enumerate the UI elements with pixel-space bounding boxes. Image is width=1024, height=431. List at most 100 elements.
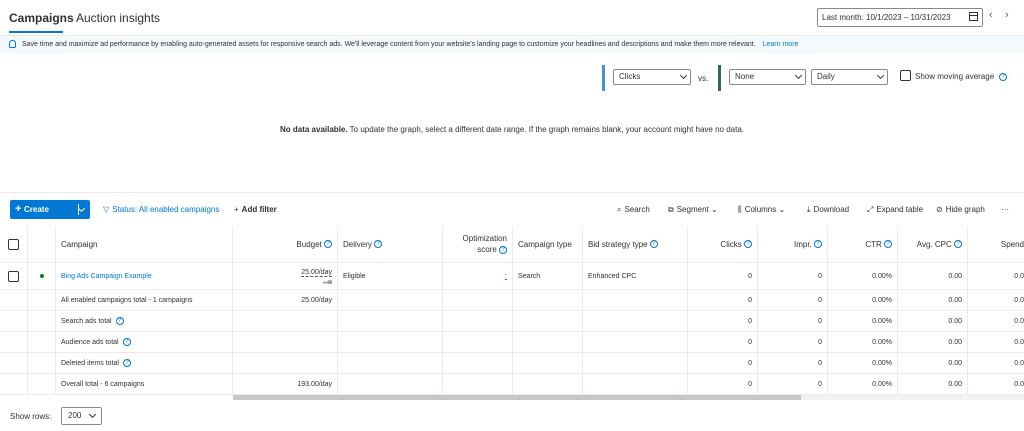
empty-cell — [28, 311, 56, 331]
rows-per-page-select[interactable]: 200 — [61, 407, 102, 425]
rows-per-page-value: 200 — [68, 411, 82, 420]
header-clicks[interactable]: Clicks ? — [688, 226, 758, 262]
help-icon[interactable]: ? — [814, 240, 822, 248]
header-status-cell — [28, 226, 56, 262]
total-impr-value: 0 — [818, 338, 822, 346]
empty-cell — [443, 374, 513, 394]
columns-button[interactable]: ⫼ Columns ⌄ — [738, 205, 785, 215]
cpc-cell: 0.00 — [898, 311, 968, 331]
hide-graph-button[interactable]: ⊘ Hide graph — [936, 205, 985, 214]
help-icon[interactable]: ? — [884, 240, 892, 248]
total-cpc-value: 0.00 — [948, 359, 962, 367]
metric2-select[interactable]: None — [729, 69, 806, 85]
total-row: Search ads total? 0 0 0.00% 0.00 0.0 — [0, 311, 1024, 332]
help-icon[interactable]: ? — [649, 240, 658, 248]
header-avg-cpc[interactable]: Avg. CPC ? — [898, 226, 968, 262]
tab-auction-insights[interactable]: Auction insights — [76, 11, 160, 25]
header-clicks-label: Clicks — [720, 239, 742, 249]
tab-campaigns[interactable]: Campaigns — [9, 11, 74, 25]
optimization-score-value[interactable]: - — [504, 272, 507, 280]
label-cell: Audience ads total? — [56, 332, 233, 352]
learn-more-link[interactable]: Learn more — [763, 41, 799, 48]
header-select-cell — [0, 226, 28, 262]
vs-label: vs. — [698, 74, 709, 83]
total-spend-value: 0.0 — [1014, 380, 1024, 388]
moving-average-checkbox[interactable] — [900, 70, 911, 81]
bid-strategy-cell: Enhanced CPC — [583, 263, 688, 289]
campaign-name-link[interactable]: Bing Ads Campaign Example — [61, 273, 152, 280]
budget-cell: 25.00/day — [233, 290, 338, 310]
clicks-cell: 0 — [688, 332, 758, 352]
header-optimization-label: Optimization score ? — [463, 233, 507, 255]
performance-graph: Clicks vs. None Daily Show moving averag… — [0, 53, 1024, 193]
help-icon[interactable]: ? — [122, 338, 131, 346]
total-cpc-value: 0.00 — [948, 317, 962, 325]
empty-cell — [513, 374, 583, 394]
header-budget-label: Budget — [296, 239, 322, 249]
empty-cell — [338, 290, 443, 310]
ctr-cell: 0.00% — [828, 353, 898, 373]
clicks-cell: 0 — [688, 263, 758, 289]
empty-cell — [513, 290, 583, 310]
help-icon[interactable]: ? — [999, 73, 1007, 81]
expand-table-button[interactable]: ⤢ Expand table — [867, 205, 923, 215]
status-filter-button[interactable]: ▽ Status: All enabled campaigns — [103, 205, 219, 214]
date-range-picker[interactable]: Last month: 10/1/2023 – 10/31/2023 — [817, 8, 983, 27]
download-label: Download — [813, 205, 850, 214]
header-campaign-type[interactable]: Campaign type — [513, 226, 583, 262]
search-button[interactable]: ⌕ Search — [617, 205, 650, 215]
next-period-button[interactable]: › — [1005, 9, 1009, 21]
total-row: Audience ads total? 0 0 0.00% 0.00 0.0 — [0, 332, 1024, 353]
budget-value[interactable]: 25.00/day — [301, 269, 332, 277]
download-button[interactable]: ⤓ Download — [807, 205, 849, 215]
header-ctr[interactable]: CTR ? — [828, 226, 898, 262]
header-impressions[interactable]: Impr. ? — [758, 226, 828, 262]
ctr-cell: 0.00% — [828, 311, 898, 331]
select-all-checkbox[interactable] — [8, 238, 19, 250]
segment-label: Segment — [676, 205, 709, 214]
add-filter-button[interactable]: + Add filter — [234, 205, 277, 214]
total-budget-value: 25.00/day — [301, 296, 332, 304]
help-icon[interactable]: ? — [324, 240, 332, 248]
chevron-down-icon — [794, 71, 803, 80]
chevron-down-icon: ⌄ — [710, 205, 718, 214]
header-delivery[interactable]: Delivery ? — [338, 226, 443, 262]
metric1-select[interactable]: Clicks — [613, 69, 691, 85]
ctr-value: 0.00% — [872, 272, 892, 280]
clicks-cell: 0 — [688, 290, 758, 310]
no-data-title: No data available. — [280, 125, 348, 134]
header-opt-line2-text: score — [477, 245, 497, 254]
total-spend-value: 0.0 — [1014, 296, 1024, 304]
help-icon[interactable]: ? — [122, 359, 131, 367]
header-spend[interactable]: Spend — [968, 226, 1024, 262]
help-icon[interactable]: ? — [499, 245, 507, 254]
horizontal-scrollbar-thumb[interactable] — [233, 395, 801, 400]
header-bid-label: Bid strategy type — [588, 239, 648, 249]
help-icon[interactable]: ? — [374, 240, 383, 248]
total-impr-value: 0 — [818, 359, 822, 367]
total-impr-value: 0 — [818, 380, 822, 388]
header-optimization-score[interactable]: Optimization score ? — [443, 226, 513, 262]
create-button[interactable]: + Create — [10, 200, 90, 219]
cpc-cell: 0.00 — [898, 332, 968, 352]
more-options-button[interactable]: ··· — [1001, 205, 1009, 214]
segment-button[interactable]: ⧉ Segment ⌄ — [668, 205, 718, 215]
top-tab-bar: Campaigns Auction insights Last month: 1… — [0, 0, 1024, 36]
help-icon[interactable]: ? — [954, 240, 962, 248]
series2-color-marker — [718, 65, 721, 91]
header-bid-strategy[interactable]: Bid strategy type ? — [583, 226, 688, 262]
total-row: All enabled campaigns total - 1 campaign… — [0, 290, 1024, 311]
header-cpc-label: Avg. CPC — [916, 239, 952, 249]
help-icon[interactable]: ? — [115, 317, 124, 325]
header-budget[interactable]: Budget ? — [233, 226, 338, 262]
previous-period-button[interactable]: ‹ — [989, 9, 993, 21]
row-checkbox[interactable] — [8, 270, 19, 282]
chevron-down-icon — [88, 410, 97, 419]
header-campaign[interactable]: Campaign — [56, 226, 233, 262]
total-clicks-value: 0 — [748, 359, 752, 367]
interval-select[interactable]: Daily — [811, 69, 888, 85]
chevron-down-icon[interactable] — [77, 204, 86, 213]
empty-cell — [0, 374, 28, 394]
cpc-cell: 0.00 — [898, 353, 968, 373]
help-icon[interactable]: ? — [744, 240, 752, 248]
